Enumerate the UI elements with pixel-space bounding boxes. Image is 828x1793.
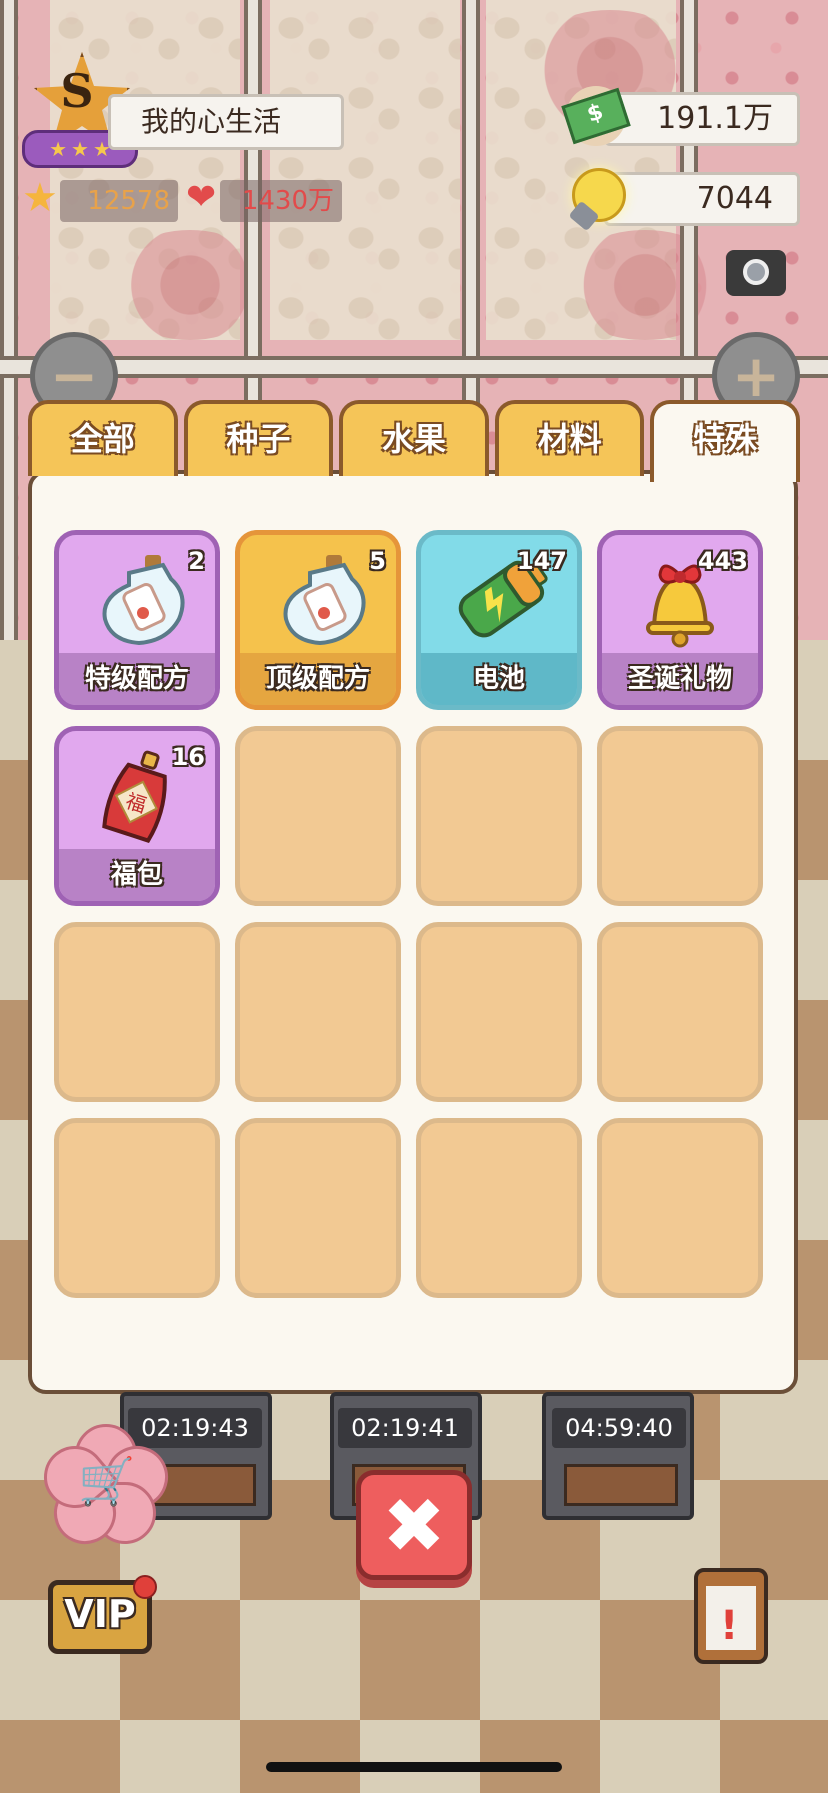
item-name: 圣诞礼物	[602, 653, 758, 705]
tab-seeds[interactable]: 种子	[183, 400, 334, 476]
item-count: 147	[516, 547, 567, 575]
home-indicator	[266, 1762, 562, 1772]
tab-all[interactable]: 全部	[28, 400, 178, 476]
inventory-tabs: 全部 种子 水果 材料 特殊	[28, 400, 800, 482]
inventory-grid: 2 特级配方 5 顶级配方 147 电池 443 圣诞礼物 福 16 福包	[54, 530, 768, 1298]
star-icon: ★	[71, 137, 89, 161]
item-count: 443	[697, 547, 748, 575]
fence-post	[0, 0, 18, 640]
ideas-value: 7044	[604, 172, 800, 226]
star-icon: ★	[22, 175, 58, 221]
empty-slot[interactable]	[235, 1118, 401, 1298]
shop-button[interactable]: 🛒	[31, 1411, 177, 1553]
tab-materials[interactable]: 材料	[494, 400, 645, 476]
item-name: 顶级配方	[240, 653, 396, 705]
money-value: 191.1万	[604, 92, 800, 146]
item-slot-christmas-gift[interactable]: 443 圣诞礼物	[597, 530, 763, 710]
item-count: 2	[188, 547, 205, 575]
tasks-button[interactable]: !	[694, 1568, 768, 1664]
empty-slot[interactable]	[54, 922, 220, 1102]
machine-timer: 02:19:41	[338, 1408, 472, 1448]
item-count: 5	[369, 547, 386, 575]
item-name: 电池	[421, 653, 577, 705]
stars-count: 12578	[60, 180, 178, 222]
stone-path	[270, 0, 460, 340]
item-slot-battery[interactable]: 147 电池	[416, 530, 582, 710]
sakura-tree	[560, 230, 730, 340]
item-name: 福包	[59, 849, 215, 901]
empty-slot[interactable]	[416, 1118, 582, 1298]
money-icon[interactable]: $	[561, 86, 631, 146]
empty-slot[interactable]	[235, 922, 401, 1102]
empty-slot[interactable]	[416, 922, 582, 1102]
empty-slot[interactable]	[597, 726, 763, 906]
item-slot-special-recipe[interactable]: 2 特级配方	[54, 530, 220, 710]
tab-fruit[interactable]: 水果	[339, 400, 489, 476]
tab-special[interactable]: 特殊	[650, 400, 800, 482]
fans-count: 1430万	[220, 180, 342, 222]
machine-timer: 04:59:40	[552, 1408, 686, 1448]
item-count: 16	[171, 743, 205, 771]
item-slot-lucky-bag[interactable]: 福 16 福包	[54, 726, 220, 906]
empty-slot[interactable]	[54, 1118, 220, 1298]
heart-fan-icon: ❤	[186, 177, 217, 218]
star-icon: ★	[49, 137, 68, 161]
machine-drawers	[564, 1464, 678, 1506]
empty-slot[interactable]	[597, 922, 763, 1102]
fence-rail	[0, 356, 828, 378]
item-name: 特级配方	[59, 653, 215, 705]
item-slot-top-recipe[interactable]: 5 顶级配方	[235, 530, 401, 710]
camera-icon[interactable]	[726, 250, 786, 296]
shopping-cart-icon: 🛒	[78, 1454, 136, 1508]
camera-lens	[743, 259, 769, 285]
vip-button[interactable]: VIP	[48, 1575, 157, 1654]
notification-dot	[133, 1575, 157, 1599]
empty-slot[interactable]	[235, 726, 401, 906]
close-inventory-button[interactable]: ✖	[356, 1470, 472, 1580]
player-name[interactable]: 我的心生活	[108, 94, 344, 150]
empty-slot[interactable]	[416, 726, 582, 906]
vip-label: VIP	[64, 1592, 136, 1636]
empty-slot[interactable]	[597, 1118, 763, 1298]
alert-mark: !	[720, 1603, 739, 1649]
